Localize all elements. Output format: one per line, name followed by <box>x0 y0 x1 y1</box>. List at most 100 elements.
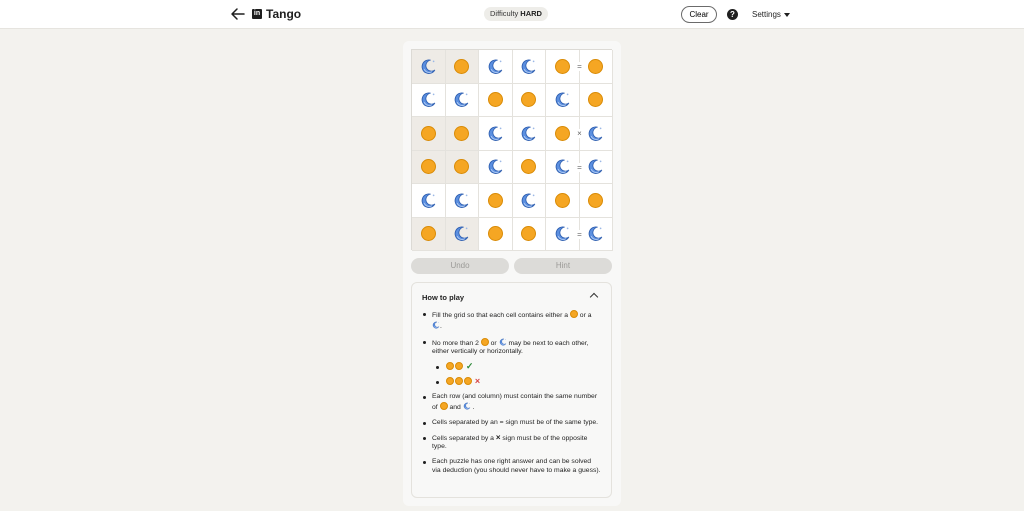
grid-cell[interactable] <box>412 117 446 151</box>
grid-cell[interactable] <box>445 184 479 218</box>
grid-cell[interactable] <box>579 50 613 84</box>
rule-text: Fill the grid so that each cell contains… <box>432 312 569 319</box>
rule-text: No more than 2 <box>432 339 479 347</box>
sun-icon <box>420 226 436 242</box>
hint-button[interactable]: Hint <box>514 258 612 274</box>
back-arrow-icon[interactable] <box>230 6 246 22</box>
settings-label: Settings <box>752 10 781 19</box>
grid-cell[interactable] <box>445 83 479 117</box>
grid-cell[interactable] <box>579 184 613 218</box>
example-invalid: × <box>432 377 601 387</box>
rule-item: Cells separated by a × sign must be of t… <box>422 432 601 453</box>
action-buttons: Undo Hint <box>411 258 612 274</box>
moon-icon <box>555 159 569 175</box>
how-to-play-section: How to play Fill the grid so that each c… <box>411 282 612 498</box>
moon-icon <box>454 193 469 208</box>
sun-icon <box>487 192 503 208</box>
grid-cell[interactable] <box>579 83 613 117</box>
moon-icon <box>555 92 569 108</box>
rule-item: Each puzzle has one right answer and can… <box>422 458 601 476</box>
moon-icon <box>555 226 569 242</box>
cross-sign-icon: × <box>495 432 501 442</box>
grid-cell[interactable] <box>412 184 446 218</box>
grid-cell[interactable] <box>579 117 613 151</box>
help-icon[interactable]: ? <box>727 9 738 20</box>
grid-cell[interactable] <box>512 117 546 151</box>
moon-icon <box>499 338 506 346</box>
sun-icon <box>420 125 436 141</box>
grid-cell[interactable] <box>412 83 446 117</box>
grid-cell[interactable] <box>412 50 446 84</box>
sun-icon <box>480 337 489 346</box>
difficulty-value: HARD <box>520 9 542 18</box>
clear-button[interactable]: Clear <box>681 6 717 23</box>
grid-cell[interactable] <box>445 217 479 251</box>
rule-examples: ✓ × <box>432 362 601 387</box>
grid-cell[interactable] <box>579 150 613 184</box>
rule-text: . <box>472 403 475 411</box>
rule-item: Each row (and column) must contain the s… <box>422 393 601 413</box>
grid-cell[interactable] <box>546 184 580 218</box>
grid-cell[interactable] <box>512 83 546 117</box>
sun-icon <box>454 58 470 74</box>
sun-icon <box>521 92 537 108</box>
how-to-play-title: How to play <box>422 293 465 302</box>
grid-cell[interactable] <box>512 217 546 251</box>
grid-cell[interactable] <box>546 83 580 117</box>
sun-icon <box>487 226 503 242</box>
grid-cell[interactable] <box>445 117 479 151</box>
sun-icon <box>446 377 454 386</box>
moon-icon <box>488 126 502 141</box>
sun-icon <box>464 377 472 386</box>
grid-cell[interactable] <box>412 217 446 251</box>
cross-sign-icon: × <box>575 129 584 139</box>
sun-icon <box>588 58 604 74</box>
moon-icon <box>588 159 603 175</box>
sun-icon <box>554 125 570 141</box>
sun-icon <box>569 310 578 318</box>
grid-cell[interactable] <box>479 150 513 184</box>
moon-icon <box>588 226 603 242</box>
sun-icon <box>554 58 570 74</box>
sun-icon <box>420 159 436 175</box>
game-title: Tango <box>266 7 302 21</box>
grid-cell[interactable] <box>479 83 513 117</box>
grid-cell[interactable] <box>579 217 613 251</box>
moon-icon <box>488 159 502 175</box>
grid-cell[interactable] <box>445 50 479 84</box>
sun-icon <box>588 92 604 108</box>
rule-item: No more than 2 or may be next to each ot… <box>422 337 601 388</box>
moon-icon <box>421 59 435 74</box>
grid-cell[interactable] <box>445 150 479 184</box>
settings-menu[interactable]: Settings <box>752 10 790 19</box>
rule-text: Each puzzle has one right answer and can… <box>432 458 601 474</box>
grid-cell[interactable] <box>479 217 513 251</box>
sun-icon <box>454 125 470 141</box>
sun-icon <box>554 192 570 208</box>
cross-icon: × <box>474 376 481 387</box>
grid-cell[interactable] <box>512 150 546 184</box>
grid-cell[interactable] <box>512 184 546 218</box>
sun-icon <box>455 362 463 371</box>
moon-icon <box>421 92 435 108</box>
grid-cell[interactable] <box>479 50 513 84</box>
moon-icon <box>421 193 435 208</box>
sun-icon <box>439 401 448 410</box>
moon-icon <box>463 402 470 410</box>
grid-cell[interactable] <box>512 50 546 84</box>
grid-cell[interactable] <box>479 117 513 151</box>
grid-cell[interactable] <box>479 184 513 218</box>
equal-sign-icon: = <box>575 229 584 239</box>
sun-icon <box>588 192 604 208</box>
undo-button[interactable]: Undo <box>411 258 509 274</box>
sun-icon <box>446 362 454 371</box>
grid-cell[interactable] <box>412 150 446 184</box>
puzzle-panel: = × = = Undo Hint How to play Fill the grid… <box>403 41 621 506</box>
example-valid: ✓ <box>432 362 601 372</box>
difficulty-label: Difficulty <box>490 9 519 18</box>
caret-down-icon <box>783 12 790 17</box>
brand: in Tango <box>252 7 301 21</box>
equal-sign-icon: = <box>575 62 584 72</box>
rule-item: Cells separated by an = sign must be of … <box>422 419 601 428</box>
moon-icon <box>521 59 536 74</box>
